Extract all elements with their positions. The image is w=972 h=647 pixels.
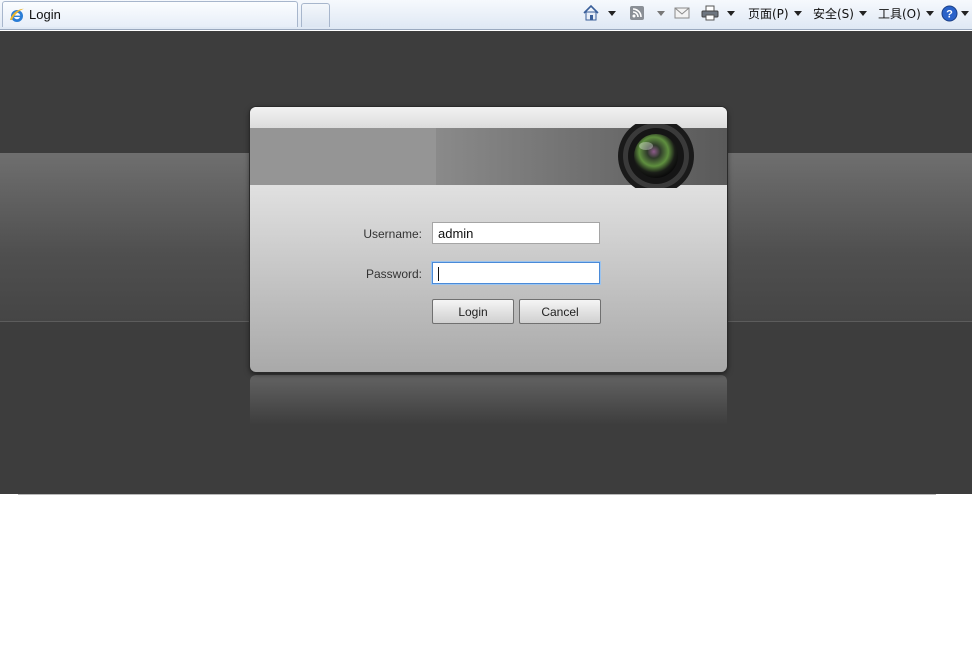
ie-logo-icon <box>10 8 24 22</box>
login-dialog: Username: Password: Login Cancel <box>250 107 727 372</box>
browser-tab-login[interactable]: Login <box>2 1 298 27</box>
chevron-down-icon <box>858 10 867 16</box>
mail-icon <box>674 7 690 19</box>
feeds-button[interactable] <box>629 3 665 23</box>
password-label: Password: <box>365 267 422 281</box>
safety-menu-label: 安全(S) <box>813 6 854 21</box>
chevron-down-icon <box>925 10 934 16</box>
svg-text:?: ? <box>946 8 953 20</box>
help-icon: ? <box>941 5 958 21</box>
print-button[interactable] <box>701 3 735 23</box>
browser-tab-title: Login <box>29 7 61 22</box>
browser-toolbar: Login 页面(P) 安全(S) 工具(O) ? <box>0 0 972 30</box>
home-icon <box>583 4 599 21</box>
dialog-banner <box>250 124 727 188</box>
chevron-down-icon <box>961 10 969 16</box>
dialog-reflection <box>250 375 727 425</box>
page-divider <box>18 494 936 495</box>
chevron-down-icon <box>793 10 802 16</box>
text-cursor <box>438 267 439 281</box>
mail-button[interactable] <box>674 3 690 23</box>
home-button[interactable] <box>582 3 616 23</box>
tools-menu[interactable]: 工具(O) <box>878 3 934 23</box>
tools-menu-label: 工具(O) <box>878 6 921 21</box>
chevron-down-icon <box>657 10 665 16</box>
page-menu[interactable]: 页面(P) <box>748 3 802 23</box>
username-input[interactable] <box>432 222 600 244</box>
cancel-button[interactable]: Cancel <box>519 299 601 324</box>
camera-lens-icon <box>618 124 694 188</box>
new-tab-button[interactable] <box>301 3 330 27</box>
help-button[interactable]: ? <box>941 3 969 23</box>
chevron-down-icon <box>608 10 616 16</box>
password-input[interactable] <box>432 262 600 284</box>
banner-logo-area <box>250 128 436 185</box>
username-label: Username: <box>363 227 422 241</box>
safety-menu[interactable]: 安全(S) <box>813 3 867 23</box>
chevron-down-icon <box>727 10 735 16</box>
page-menu-label: 页面(P) <box>748 6 789 21</box>
print-icon <box>701 5 719 21</box>
login-button[interactable]: Login <box>432 299 514 324</box>
rss-icon <box>630 6 644 20</box>
